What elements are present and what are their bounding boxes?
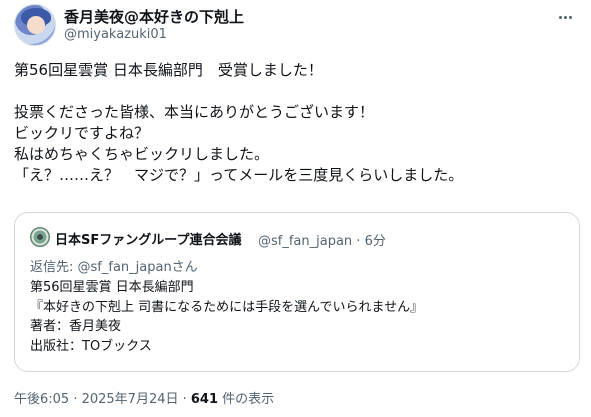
tweet-meta: 午後6:05 · 2025年7月24日 · 641 件の表示 <box>14 388 274 407</box>
quoted-handle-time: @sf_fan_japan · 6分 <box>258 234 386 249</box>
quoted-text: 第56回星雲賞 日本長編部門 『本好きの下剋上 司書になるためには手段を選んでい… <box>30 278 423 356</box>
tweet-line: ビックリですよね？ <box>14 124 150 142</box>
tweet-line: 「え？……え？ マジで？」ってメールを三度見くらいしました。 <box>14 166 464 184</box>
tweet-line-blank <box>14 81 577 102</box>
quoted-reply-to: 返信先: @sf_fan_japanさん <box>30 260 198 275</box>
quoted-line: 『本好きの下剋上 司書になるためには手段を選んでいられません』 <box>30 299 424 315</box>
author-display-name[interactable]: 香月美夜@本好きの下剋上 <box>64 6 244 27</box>
views-label: 件の表示 <box>218 392 275 407</box>
quoted-display-name: 日本SFファングループ連合会議 <box>55 233 242 248</box>
tweet-header: 香月美夜@本好きの下剋上 @miyakazuki01 <box>14 4 577 48</box>
tweet-line: 第56回星雲賞 日本長編部門 受賞しました！ <box>14 61 323 79</box>
quoted-line: 第56回星雲賞 日本長編部門 <box>30 280 194 295</box>
quoted-avatar[interactable] <box>30 227 50 247</box>
avatar[interactable] <box>14 4 56 46</box>
timestamp[interactable]: 午後6:05 · 2025年7月24日 · <box>14 392 191 407</box>
tweet-line: 私はめちゃくちゃビックリしました。 <box>14 145 270 163</box>
more-horizontal-icon[interactable] <box>553 6 577 28</box>
views-count: 641 <box>190 392 219 407</box>
quoted-line: 著者：香月美夜 <box>30 319 122 334</box>
quoted-line: 出版社：TOブックス <box>30 338 152 354</box>
quoted-tweet[interactable]: 日本SFファングループ連合会議 @sf_fan_japan · 6分 返信先: … <box>14 212 580 372</box>
tweet-text: 第56回星雲賞 日本長編部門 受賞しました！ 投票くださった皆様、本当にありがと… <box>14 60 577 186</box>
avatar-face <box>27 16 45 34</box>
tweet-line: 投票くださった皆様、本当にありがとうございます！ <box>14 103 375 121</box>
author-handle[interactable]: @miyakazuki01 <box>64 27 167 42</box>
